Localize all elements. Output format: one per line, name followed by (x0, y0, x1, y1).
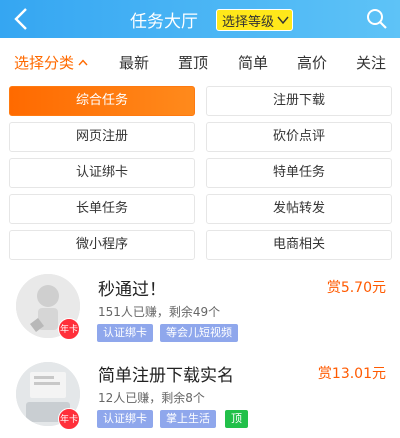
category-special[interactable]: 特单任务 (206, 158, 392, 188)
chevron-up-icon (78, 59, 88, 66)
category-comprehensive[interactable]: 综合任务 (9, 86, 195, 116)
task-reward: 赏5.70元 (326, 280, 386, 296)
level-select-label: 选择等级 (222, 14, 275, 30)
task-item[interactable]: 年卡 秒通过！ 赏5.70元 151人已赚，剩余49个 认证绑卡 等会儿短视频 (0, 266, 400, 354)
page-title: 任务大厅 (130, 12, 198, 32)
task-item[interactable]: 年卡 简单注册下载实名 赏13.01元 12人已赚，剩余8个 认证绑卡 掌上生活… (0, 354, 400, 438)
category-post-share[interactable]: 发帖转发 (206, 194, 392, 224)
task-reward: 赏13.01元 (317, 366, 386, 382)
task-title: 秒通过！ (98, 280, 166, 300)
filter-high-price[interactable]: 高价 (297, 52, 327, 73)
filter-category[interactable]: 选择分类 (14, 52, 88, 73)
task-tag: 认证绑卡 (97, 324, 153, 342)
category-register-download[interactable]: 注册下载 (206, 86, 392, 116)
category-verify-card[interactable]: 认证绑卡 (9, 158, 195, 188)
task-tag: 掌上生活 (160, 410, 216, 428)
task-progress: 12人已赚，剩余8个 (98, 391, 205, 405)
annual-card-badge: 年卡 (58, 408, 80, 430)
level-select-button[interactable]: 选择等级 (216, 9, 293, 31)
filter-easy[interactable]: 简单 (238, 52, 268, 73)
category-long-term[interactable]: 长单任务 (9, 194, 195, 224)
header-bar: 任务大厅 选择等级 (0, 0, 400, 38)
search-icon[interactable] (366, 8, 388, 30)
task-progress: 151人已赚，剩余49个 (98, 305, 221, 319)
filter-follow[interactable]: 关注 (356, 52, 386, 73)
filter-pinned[interactable]: 置顶 (178, 52, 208, 73)
task-tag: 等会儿短视频 (160, 324, 238, 342)
back-arrow-icon[interactable] (10, 6, 34, 32)
category-ecommerce[interactable]: 电商相关 (206, 230, 392, 260)
top-tag: 顶 (225, 410, 248, 428)
filter-latest[interactable]: 最新 (119, 52, 149, 73)
filter-category-label: 选择分类 (14, 54, 75, 72)
category-mini-program[interactable]: 微小程序 (9, 230, 195, 260)
category-web-register[interactable]: 网页注册 (9, 122, 195, 152)
category-bargain-review[interactable]: 砍价点评 (206, 122, 392, 152)
filter-bar: 选择分类 最新 置顶 简单 高价 关注 (0, 38, 400, 84)
task-title: 简单注册下载实名 (98, 366, 234, 386)
annual-card-badge: 年卡 (58, 318, 80, 340)
chevron-down-icon (277, 16, 289, 25)
task-tag: 认证绑卡 (97, 410, 153, 428)
